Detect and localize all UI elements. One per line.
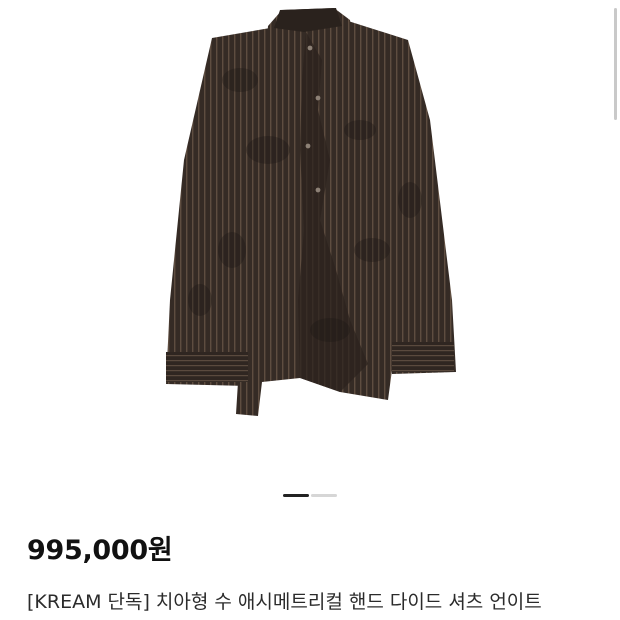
- left-cuff: [166, 352, 248, 382]
- right-cuff: [392, 342, 454, 372]
- scrollbar-thumb[interactable]: [614, 8, 617, 120]
- product-detail-page: 995,000원 [KREAM 단독] 치아형 수 애시메트리컬 핸드 다이드 …: [0, 0, 620, 620]
- product-title[interactable]: [KREAM 단독] 치아형 수 애시메트리컬 핸드 다이드 셔츠 언이트: [27, 587, 620, 614]
- shirt-illustration: [166, 8, 456, 416]
- product-price: 995,000원: [27, 535, 173, 566]
- product-image[interactable]: [0, 0, 620, 475]
- carousel-indicator-1[interactable]: [283, 494, 309, 497]
- carousel-indicators: [283, 494, 337, 497]
- carousel-indicator-2[interactable]: [311, 494, 337, 497]
